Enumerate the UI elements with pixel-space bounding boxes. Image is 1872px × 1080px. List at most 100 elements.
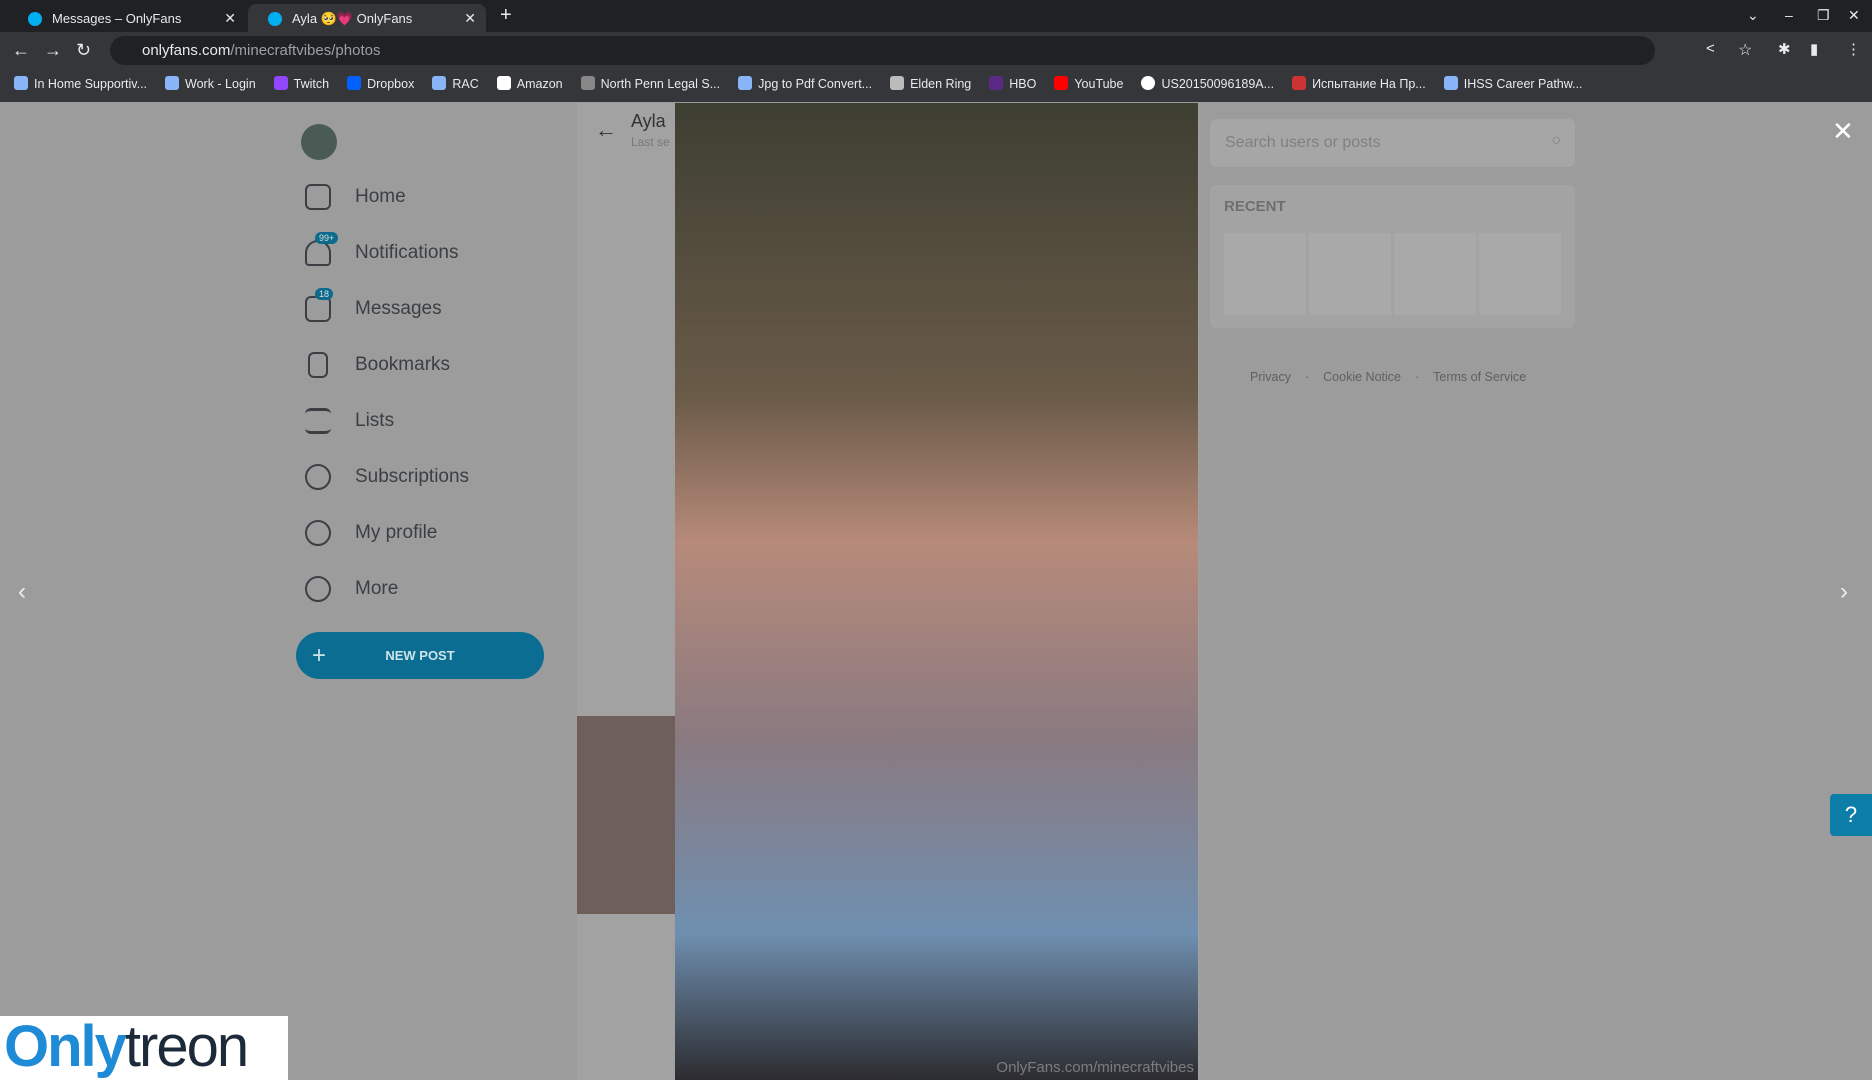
prev-arrow-icon[interactable]: ‹: [18, 578, 26, 606]
plus-icon: +: [312, 641, 327, 669]
reload-icon[interactable]: ↻: [76, 40, 91, 61]
tab-messages[interactable]: Messages – OnlyFans ✕: [8, 4, 246, 32]
sidebar-item-label: Home: [355, 186, 406, 207]
onlytreon-watermark-logo: Onlytreon: [0, 1016, 288, 1080]
sidebar-item-label: Notifications: [355, 242, 459, 263]
recent-thumbnail[interactable]: [1309, 233, 1391, 315]
bell-icon: 99+: [305, 232, 339, 266]
forward-icon[interactable]: →: [44, 40, 62, 61]
bookmark[interactable]: Amazon: [496, 76, 563, 102]
watermark: OnlyFans.com/minecraftvibes: [996, 1059, 1194, 1076]
bookmark-icon: [14, 76, 28, 90]
address-bar-row: ← → ↻ onlyfans.com/minecraftvibes/photos…: [0, 32, 1872, 69]
tab-title: Messages – OnlyFans: [52, 11, 182, 26]
extensions-icon[interactable]: ✱: [1778, 40, 1791, 58]
sidebar-item-label: Lists: [355, 410, 395, 431]
sidebar-item-messages[interactable]: 18 Messages: [305, 288, 442, 322]
terms-link[interactable]: Terms of Service: [1433, 370, 1526, 384]
onlyfans-favicon-icon: [268, 12, 282, 26]
close-tab-icon[interactable]: ✕: [224, 10, 236, 27]
recent-thumbnail[interactable]: [1394, 233, 1476, 315]
recent-panel: RECENT: [1210, 185, 1575, 328]
new-post-button[interactable]: + NEW POST: [296, 632, 544, 679]
separator: ·: [1414, 370, 1420, 384]
recent-heading: RECENT: [1224, 198, 1286, 215]
bookmark-icon: [580, 76, 595, 90]
tab-bar: Messages – OnlyFans ✕ Ayla 🥺💗 OnlyFans ✕ +…: [0, 0, 1872, 32]
bookmark[interactable]: Work - Login: [165, 76, 256, 102]
user-star-icon: [305, 464, 331, 490]
list-icon: [305, 408, 331, 434]
avatar[interactable]: [301, 124, 337, 160]
bookmark[interactable]: IHSS Career Pathw...: [1443, 76, 1583, 102]
back-icon[interactable]: ←: [12, 40, 30, 61]
shield-icon: [1292, 76, 1307, 90]
tab-ayla[interactable]: Ayla 🥺💗 OnlyFans ✕: [248, 4, 486, 32]
cookie-notice-link[interactable]: Cookie Notice: [1323, 370, 1401, 384]
sidebar-item-label: Bookmarks: [355, 354, 451, 375]
close-tab-icon[interactable]: ✕: [464, 10, 476, 27]
recent-thumbnail[interactable]: [1479, 233, 1561, 315]
footer-links: Privacy · Cookie Notice · Terms of Service: [1250, 370, 1526, 384]
media-thumbnail[interactable]: [577, 716, 675, 914]
next-arrow-icon[interactable]: ›: [1840, 578, 1848, 606]
back-arrow-icon[interactable]: ←: [595, 117, 617, 143]
help-button[interactable]: ?: [1830, 794, 1872, 836]
bookmark-icon: [738, 76, 753, 90]
youtube-icon: [1054, 76, 1069, 90]
new-post-label: NEW POST: [385, 648, 455, 663]
bookmark[interactable]: In Home Supportiv...: [14, 76, 147, 102]
bookmarks-bar: In Home Supportiv... Work - Login Twitch…: [0, 69, 1872, 102]
privacy-link[interactable]: Privacy: [1250, 370, 1291, 384]
close-viewer-icon[interactable]: ✕: [1832, 116, 1854, 147]
bookmark[interactable]: US20150096189A...: [1141, 76, 1274, 102]
recent-thumbnail[interactable]: [1224, 233, 1306, 315]
more-icon: [305, 576, 331, 602]
google-icon: [1141, 76, 1156, 90]
url-input[interactable]: onlyfans.com/minecraftvibes/photos: [110, 36, 1655, 65]
sidebar-item-home[interactable]: Home: [305, 184, 406, 210]
home-icon: [305, 184, 331, 210]
new-tab-button[interactable]: +: [500, 4, 512, 27]
amazon-icon: [496, 76, 511, 90]
bookmark[interactable]: Испытание На Пр...: [1292, 76, 1426, 102]
onlyfans-favicon-icon: [28, 12, 42, 26]
chat-name[interactable]: Ayla: [631, 111, 666, 132]
bookmark-icon: [308, 352, 328, 378]
sidebar-item-bookmarks[interactable]: Bookmarks: [305, 352, 450, 378]
url-host: onlyfans.com: [142, 42, 231, 59]
bookmark[interactable]: North Penn Legal S...: [580, 76, 720, 102]
photo-viewer: OnlyFans.com/minecraftvibes: [675, 103, 1198, 1080]
sidebar-item-subscriptions[interactable]: Subscriptions: [305, 464, 469, 490]
bookmark[interactable]: Jpg to Pdf Convert...: [738, 76, 872, 102]
sidebar-item-notifications[interactable]: 99+ Notifications: [305, 232, 459, 266]
bookmark[interactable]: Twitch: [273, 76, 329, 102]
bookmark[interactable]: RAC: [432, 76, 479, 102]
dropbox-icon: [347, 76, 362, 90]
search-placeholder: Search users or posts: [1225, 134, 1381, 151]
star-icon[interactable]: ☆: [1738, 40, 1752, 60]
profile-icon: [305, 520, 331, 546]
menu-icon[interactable]: ⋮: [1846, 40, 1861, 58]
share-icon[interactable]: <: [1706, 40, 1715, 57]
separator: ·: [1304, 370, 1310, 384]
bookmark[interactable]: YouTube: [1054, 76, 1123, 102]
sidebar-item-label: Messages: [355, 298, 442, 319]
bookmark[interactable]: HBO: [989, 76, 1036, 102]
bookmark-icon: [432, 76, 447, 90]
restore-button[interactable]: ❐: [1817, 7, 1830, 24]
minimize-button[interactable]: –: [1785, 7, 1793, 23]
sidebar-item-my-profile[interactable]: My profile: [305, 520, 437, 546]
side-panel-icon[interactable]: ▮: [1810, 40, 1818, 58]
close-window-button[interactable]: ✕: [1848, 7, 1860, 24]
bookmark[interactable]: Elden Ring: [890, 76, 971, 102]
sidebar-item-more[interactable]: More: [305, 576, 398, 602]
messages-badge: 18: [315, 288, 334, 300]
search-input[interactable]: Search users or posts ○: [1210, 119, 1575, 167]
sidebar-item-lists[interactable]: Lists: [305, 408, 394, 434]
tab-search-icon[interactable]: ⌄: [1747, 7, 1759, 24]
twitch-icon: [273, 76, 288, 90]
hbo-icon: [989, 76, 1004, 90]
bookmark[interactable]: Dropbox: [347, 76, 414, 102]
search-icon[interactable]: ○: [1551, 132, 1561, 150]
